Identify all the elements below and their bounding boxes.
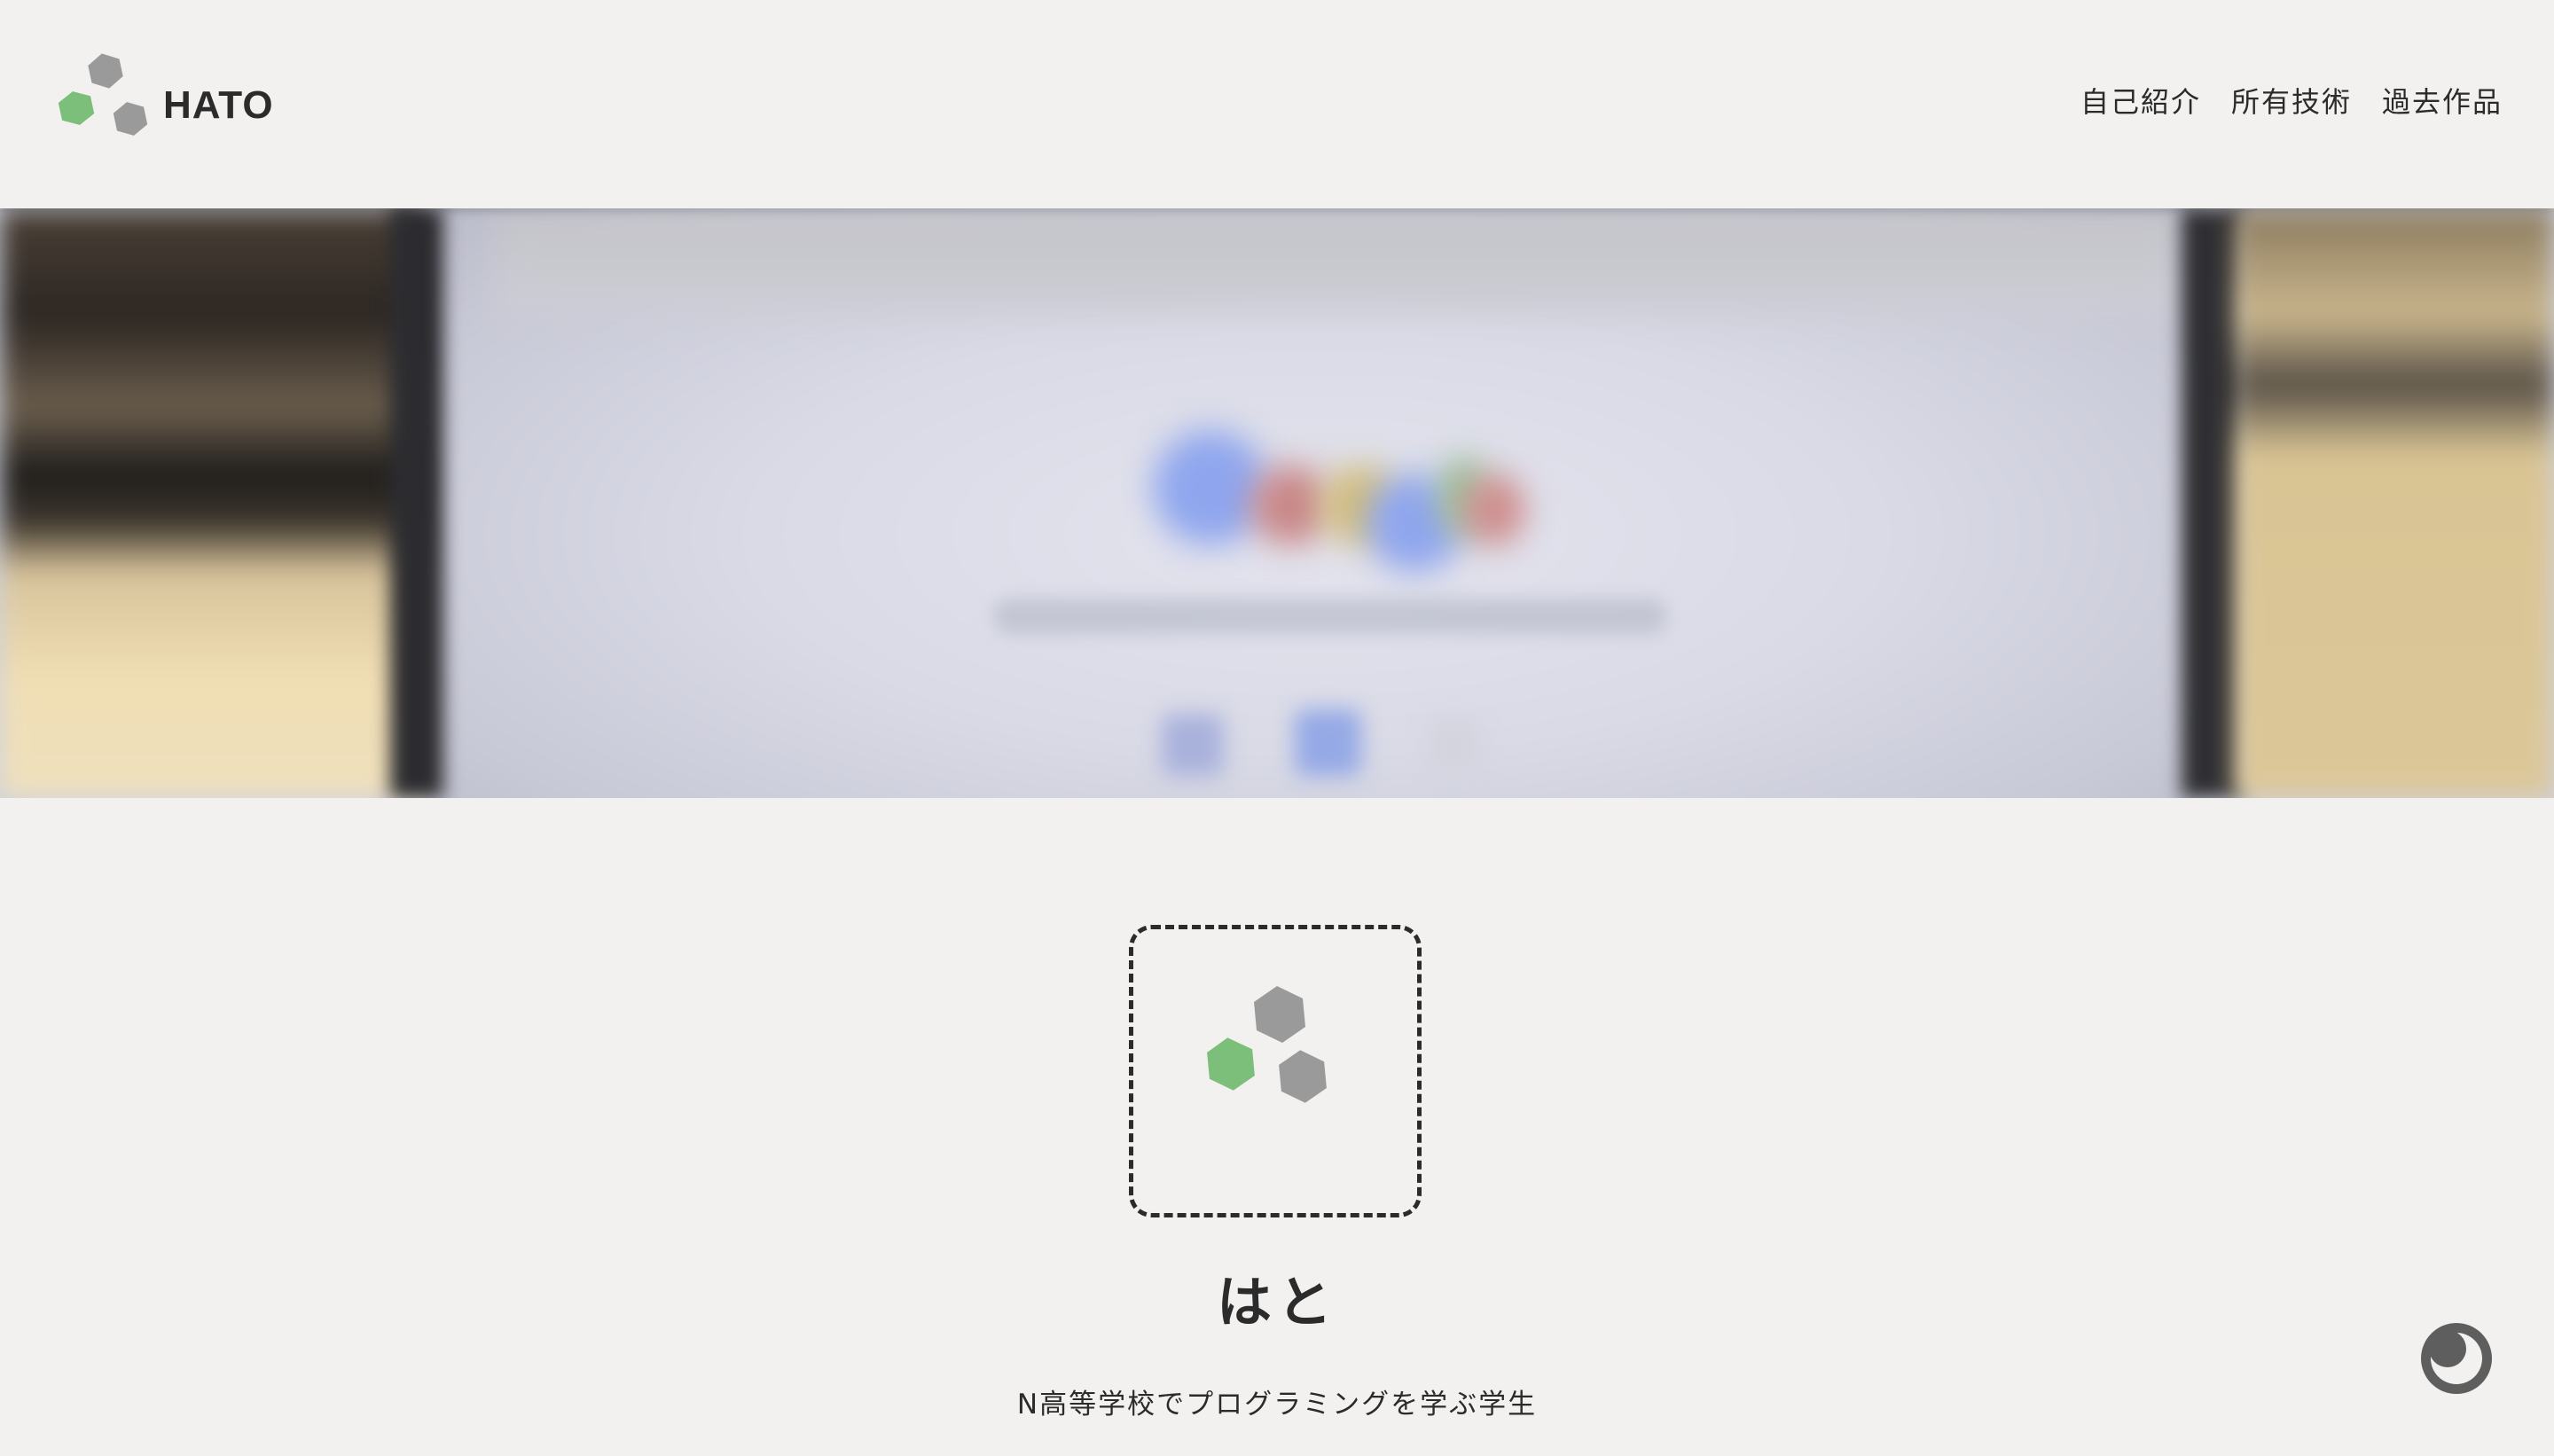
hero-blur-button	[1162, 714, 1224, 776]
profile-avatar	[1129, 925, 1422, 1217]
hero-blur-search	[993, 599, 1667, 634]
site-header: HATO 自己紹介 所有技術 過去作品	[0, 0, 2554, 208]
main-nav: 自己紹介 所有技術 過去作品	[2080, 80, 2503, 121]
hexagon-cluster-logo-icon	[1203, 986, 1331, 1108]
nav-item-skills[interactable]: 所有技術	[2231, 80, 2352, 121]
brand-name: HATO	[163, 83, 274, 127]
hero-bg-left	[0, 208, 426, 798]
hero-blur-mark	[1153, 430, 1268, 545]
theme-toggle-button[interactable]	[2417, 1319, 2495, 1397]
nav-item-about[interactable]: 自己紹介	[2080, 80, 2201, 121]
hexagon-cluster-logo-icon	[55, 53, 151, 139]
hero-image	[0, 208, 2554, 798]
profile-name: はと	[1216, 1270, 1337, 1335]
hero-blur-mark	[1250, 466, 1330, 545]
nav-item-works[interactable]: 過去作品	[2382, 80, 2503, 121]
hero-blur-button	[1295, 709, 1361, 776]
profile-tagline: N高等学校でプログラミングを学ぶ学生	[1016, 1389, 1538, 1421]
crescent-moon-icon	[2421, 1323, 2492, 1394]
hero-blur-button	[1428, 718, 1481, 771]
hero-bg-screen-top	[497, 208, 2182, 315]
hero-bg-bezel-left	[390, 208, 443, 798]
hero-blur-mark	[1463, 474, 1525, 545]
brand-logo-link[interactable]: HATO	[55, 51, 274, 156]
hero-bg-right	[2235, 208, 2554, 798]
